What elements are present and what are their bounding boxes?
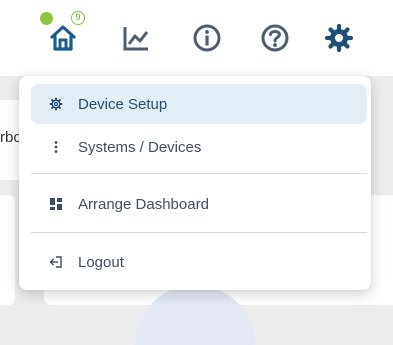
dashboard-card-partial-bottom xyxy=(0,195,15,305)
home-icon[interactable] xyxy=(47,22,79,54)
menu-item-label: Arrange Dashboard xyxy=(78,195,209,213)
logout-icon xyxy=(49,255,63,269)
menu-divider xyxy=(31,173,367,174)
menu-item-label: Systems / Devices xyxy=(78,138,202,156)
menu-item-logout[interactable]: Logout xyxy=(31,242,367,282)
info-icon[interactable] xyxy=(191,22,223,54)
menu-divider xyxy=(31,232,367,233)
top-toolbar: 9 xyxy=(0,0,393,76)
help-icon[interactable] xyxy=(259,22,291,54)
gear-icon xyxy=(49,97,63,111)
chart-icon[interactable] xyxy=(120,22,152,54)
gear-icon[interactable] xyxy=(323,22,355,54)
menu-item-systems-devices[interactable]: Systems / Devices xyxy=(31,127,367,167)
menu-item-label: Device Setup xyxy=(78,95,168,113)
vertical-dots-icon xyxy=(49,140,63,154)
menu-item-device-setup[interactable]: Device Setup xyxy=(31,84,367,124)
menu-item-arrange-dashboard[interactable]: Arrange Dashboard xyxy=(31,184,367,224)
menu-item-label: Logout xyxy=(78,253,124,271)
grid-icon xyxy=(49,197,63,211)
settings-dropdown-menu: Device Setup Systems / Devices Arrange D… xyxy=(19,76,371,290)
